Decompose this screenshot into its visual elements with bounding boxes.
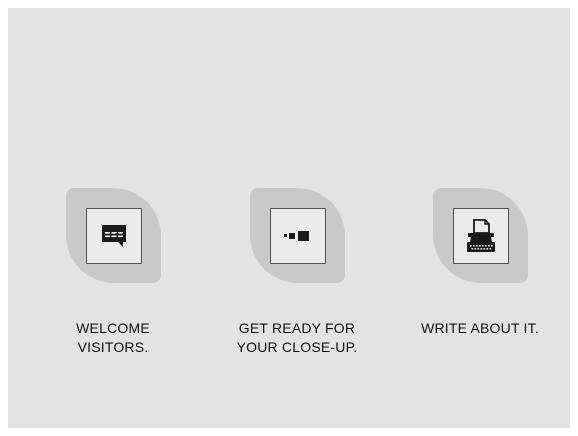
feature-caption: WRITE ABOUT IT. [421, 320, 539, 336]
icon-frame [269, 208, 326, 264]
leaf-badge [65, 188, 161, 283]
icon-frame [85, 208, 142, 264]
feature-caption: GET READY FOR YOUR CLOSE-UP. [236, 320, 358, 355]
toggle-camera-icon [283, 231, 309, 241]
chat-bubble-icon [101, 225, 126, 247]
features-panel: WELCOME VISITORS. GET READY FOR YOUR CLO… [8, 8, 570, 428]
feature-welcome-visitors: WELCOME VISITORS. [38, 188, 188, 357]
icon-frame [452, 208, 509, 264]
feature-close-up: GET READY FOR YOUR CLOSE-UP. [222, 188, 372, 357]
leaf-badge [432, 188, 528, 283]
feature-write-about-it: WRITE ABOUT IT. [405, 188, 555, 338]
leaf-badge [249, 188, 345, 283]
feature-caption: WELCOME VISITORS. [76, 320, 150, 355]
typewriter-icon [466, 219, 495, 252]
